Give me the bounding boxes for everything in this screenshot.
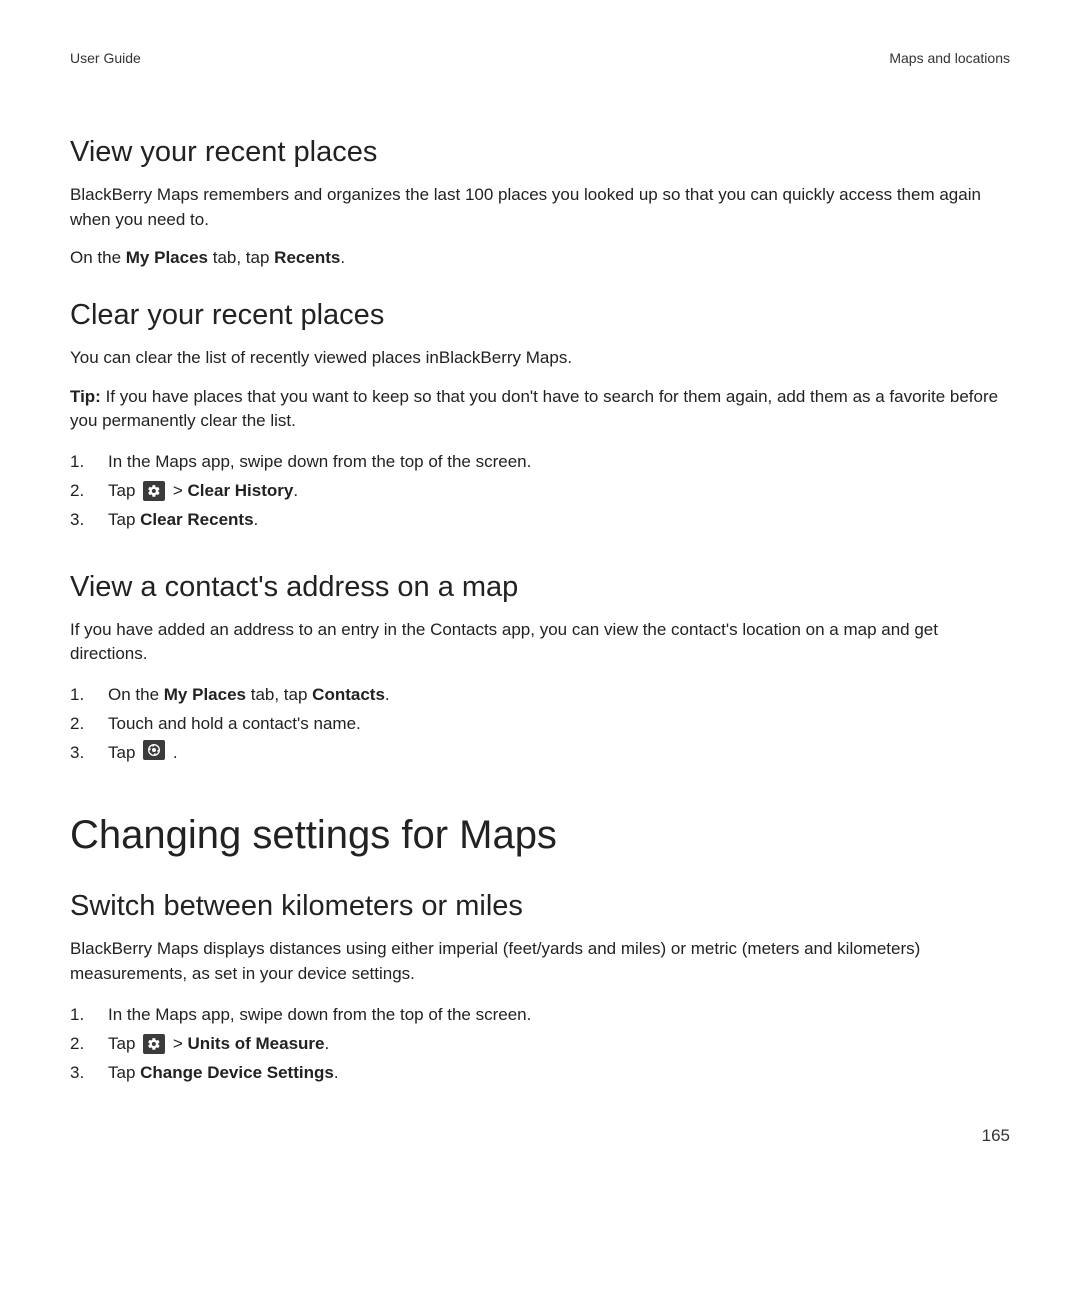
step-text: Tap Change Device Settings.	[108, 1059, 339, 1088]
step-text: Tap Clear Recents.	[108, 506, 258, 535]
text: .	[385, 685, 390, 704]
heading-view-recent: View your recent places	[70, 136, 1010, 169]
paragraph: BlackBerry Maps remembers and organizes …	[70, 183, 1010, 232]
text-bold: Clear Recents	[140, 510, 253, 529]
paragraph: If you have added an address to an entry…	[70, 618, 1010, 667]
tip-label: Tip:	[70, 387, 101, 406]
text-bold: Recents	[274, 248, 340, 267]
list-item: 3. Tap .	[70, 739, 1010, 768]
step-number: 2.	[70, 1030, 108, 1059]
step-text: Touch and hold a contact's name.	[108, 710, 361, 739]
list-item: 2. Tap > Units of Measure.	[70, 1030, 1010, 1059]
step-text: In the Maps app, swipe down from the top…	[108, 1001, 531, 1030]
step-number: 1.	[70, 448, 108, 477]
text-bold: Units of Measure	[188, 1034, 325, 1053]
text: .	[334, 1063, 339, 1082]
step-number: 3.	[70, 506, 108, 535]
text: Tap	[108, 1034, 140, 1053]
paragraph: You can clear the list of recently viewe…	[70, 346, 1010, 371]
step-text: Tap > Clear History.	[108, 477, 298, 506]
heading-switch-units: Switch between kilometers or miles	[70, 890, 1010, 923]
header-left: User Guide	[70, 50, 141, 66]
text: On the	[70, 248, 126, 267]
step-number: 1.	[70, 681, 108, 710]
gear-icon	[143, 481, 165, 501]
text-bold: My Places	[164, 685, 246, 704]
tip-paragraph: Tip: If you have places that you want to…	[70, 385, 1010, 434]
step-number: 2.	[70, 477, 108, 506]
text-bold: My Places	[126, 248, 208, 267]
list-item: 3. Tap Change Device Settings.	[70, 1059, 1010, 1088]
page-number: 165	[982, 1126, 1010, 1146]
list-item: 1. On the My Places tab, tap Contacts.	[70, 681, 1010, 710]
paragraph: On the My Places tab, tap Recents.	[70, 246, 1010, 271]
step-text: On the My Places tab, tap Contacts.	[108, 681, 390, 710]
text-bold: Clear History	[188, 481, 294, 500]
page-header: User Guide Maps and locations	[70, 50, 1010, 66]
list-item: 3. Tap Clear Recents.	[70, 506, 1010, 535]
text: Tap	[108, 743, 140, 762]
step-text: Tap > Units of Measure.	[108, 1030, 329, 1059]
steps-list: 1. In the Maps app, swipe down from the …	[70, 448, 1010, 535]
text: Tap	[108, 510, 140, 529]
text: Tap	[108, 481, 140, 500]
steps-list: 1. On the My Places tab, tap Contacts. 2…	[70, 681, 1010, 768]
paragraph: BlackBerry Maps displays distances using…	[70, 937, 1010, 986]
text: .	[293, 481, 298, 500]
step-text: Tap .	[108, 739, 178, 768]
text: .	[173, 743, 178, 762]
text: On the	[108, 685, 164, 704]
text-bold: Change Device Settings	[140, 1063, 334, 1082]
gear-icon	[143, 1034, 165, 1054]
list-item: 2. Touch and hold a contact's name.	[70, 710, 1010, 739]
heading-clear-recent: Clear your recent places	[70, 299, 1010, 332]
text: .	[254, 510, 259, 529]
text: >	[173, 481, 188, 500]
step-number: 3.	[70, 1059, 108, 1088]
heading-changing-settings: Changing settings for Maps	[70, 813, 1010, 858]
header-right: Maps and locations	[889, 50, 1010, 66]
text: Tap	[108, 1063, 140, 1082]
heading-contact-address: View a contact's address on a map	[70, 571, 1010, 604]
text: tab, tap	[208, 248, 274, 267]
text: .	[325, 1034, 330, 1053]
step-number: 1.	[70, 1001, 108, 1030]
text-bold: Contacts	[312, 685, 385, 704]
text: tab, tap	[246, 685, 312, 704]
text: .	[340, 248, 345, 267]
tip-text: If you have places that you want to keep…	[70, 387, 998, 431]
steps-list: 1. In the Maps app, swipe down from the …	[70, 1001, 1010, 1088]
map-view-icon	[143, 740, 165, 760]
step-number: 2.	[70, 710, 108, 739]
text: >	[173, 1034, 188, 1053]
list-item: 1. In the Maps app, swipe down from the …	[70, 448, 1010, 477]
list-item: 1. In the Maps app, swipe down from the …	[70, 1001, 1010, 1030]
step-text: In the Maps app, swipe down from the top…	[108, 448, 531, 477]
list-item: 2. Tap > Clear History.	[70, 477, 1010, 506]
document-page: User Guide Maps and locations View your …	[0, 0, 1080, 1296]
step-number: 3.	[70, 739, 108, 768]
